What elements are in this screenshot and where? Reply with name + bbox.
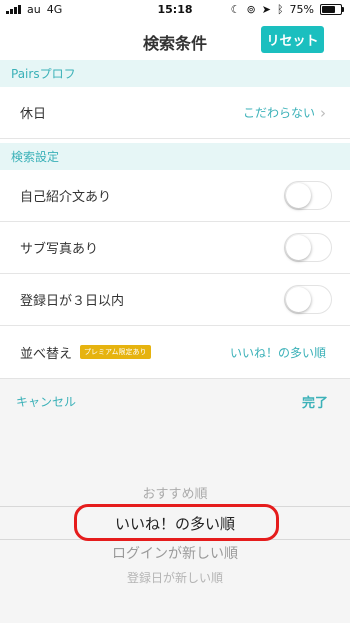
- holiday-label: 休日: [20, 107, 47, 122]
- toggle-knob: [286, 183, 311, 208]
- battery-percent: 75%: [289, 3, 314, 16]
- reset-button[interactable]: リセット: [261, 26, 324, 53]
- done-button[interactable]: 完了: [302, 392, 328, 411]
- sub-photo-row: サブ写真あり: [0, 222, 350, 274]
- picker-option-most-likes[interactable]: いいね！の多い順: [0, 513, 350, 534]
- cancel-button[interactable]: キャンセル: [16, 393, 76, 410]
- holiday-row[interactable]: 休日 こだわらない ›: [0, 87, 350, 139]
- sub-photo-toggle[interactable]: [284, 233, 332, 262]
- rotation-lock-icon: ⊚: [246, 3, 256, 16]
- picker-option-registered-recent[interactable]: 登録日が新しい順: [0, 569, 350, 586]
- self-intro-row: 自己紹介文あり: [0, 170, 350, 222]
- registered-label: 登録日が３日以内: [20, 294, 125, 309]
- self-intro-toggle[interactable]: [284, 181, 332, 210]
- battery-fill: [322, 6, 335, 13]
- sort-value: いいね！の多い順: [229, 345, 326, 360]
- location-arrow-icon: ➤: [261, 3, 271, 16]
- picker-option-recommended[interactable]: おすすめ順: [0, 483, 350, 502]
- chevron-right-icon: ›: [320, 103, 326, 122]
- nav-bar: 検索条件 リセット: [0, 20, 350, 60]
- battery-icon: [320, 4, 344, 15]
- section-header-search-settings: 検索設定: [0, 143, 350, 170]
- picker-divider-bottom: [0, 539, 350, 540]
- status-right: ☾ ⊚ ➤ ᛒ 75%: [230, 3, 344, 16]
- section-header-pairs-profile: Pairsプロフ: [0, 60, 350, 87]
- status-bar: au 4G 15:18 ☾ ⊚ ➤ ᛒ 75%: [0, 0, 350, 20]
- sort-picker[interactable]: おすすめ順 いいね！の多い順 ログインが新しい順 登録日が新しい順: [0, 422, 350, 623]
- registered-toggle[interactable]: [284, 285, 332, 314]
- premium-badge: プレミアム限定あり: [80, 345, 151, 359]
- bluetooth-icon: ᛒ: [276, 3, 284, 16]
- self-intro-label: 自己紹介文あり: [20, 190, 112, 205]
- holiday-value: こだわらない: [242, 106, 315, 120]
- toggle-knob: [286, 235, 311, 260]
- registered-row: 登録日が３日以内: [0, 274, 350, 326]
- sort-label: 並べ替え: [20, 346, 73, 362]
- picker-toolbar: キャンセル 完了: [0, 378, 350, 423]
- moon-icon: ☾: [230, 3, 241, 16]
- sort-row[interactable]: 並べ替え プレミアム限定あり いいね！の多い順: [0, 326, 350, 378]
- picker-divider-top: [0, 506, 350, 507]
- holiday-value-wrap: こだわらない ›: [243, 104, 326, 122]
- sub-photo-label: サブ写真あり: [20, 242, 99, 257]
- toggle-knob: [286, 287, 311, 312]
- picker-option-login-recent[interactable]: ログインが新しい順: [0, 543, 350, 563]
